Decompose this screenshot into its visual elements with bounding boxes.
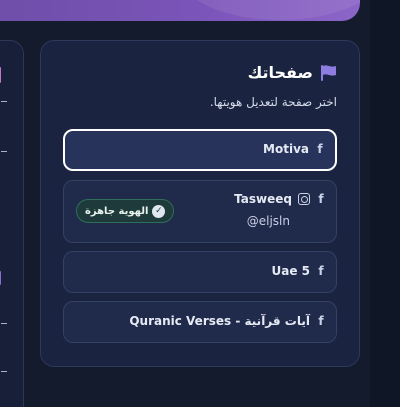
left-panel-accent <box>0 67 1 83</box>
page-item-row: f آيات قرآنية - Quranic Verses <box>129 314 326 328</box>
left-panel <box>0 40 24 407</box>
left-panel-tick <box>1 323 7 324</box>
card-subtitle: اختر صفحة لتعديل هويتها. <box>209 95 337 109</box>
right-rail <box>370 0 400 407</box>
pages-card: صفحاتك اختر صفحة لتعديل هويتها. f Motiva… <box>40 40 360 367</box>
page-name: آيات قرآنية - Quranic Verses <box>129 314 310 328</box>
left-panel-accent <box>0 271 1 285</box>
facebook-icon: f <box>318 192 324 206</box>
left-panel-tick <box>1 151 7 152</box>
page-name: Motiva <box>263 142 309 156</box>
page-item-uae5[interactable]: f Uae 5 <box>63 251 337 293</box>
left-panel-tick <box>1 101 7 102</box>
page-item-tasweeq[interactable]: f Tasweeq @eljsln ✓ الهوية جاهزة <box>63 180 337 243</box>
facebook-icon: f <box>318 314 324 328</box>
facebook-icon: f <box>317 142 323 156</box>
left-panel-tick <box>1 371 7 372</box>
page-item-row: f Uae 5 <box>271 264 326 278</box>
banner-glow <box>180 0 360 20</box>
facebook-icon: f <box>318 264 324 278</box>
badge-label: الهوية جاهزة <box>85 205 149 217</box>
check-circle-icon: ✓ <box>152 204 166 218</box>
status-badge: ✓ الهوية جاهزة <box>76 199 175 223</box>
page-item-row: f Tasweeq <box>234 192 326 206</box>
flag-icon <box>321 64 336 81</box>
card-header: صفحاتك <box>248 63 339 82</box>
card-title: صفحاتك <box>247 63 313 82</box>
page-item-quranic-verses[interactable]: f آيات قرآنية - Quranic Verses <box>63 301 337 343</box>
top-banner <box>0 0 360 21</box>
page-name: Uae 5 <box>271 264 310 278</box>
page-item-row: f Motiva <box>263 142 325 156</box>
instagram-icon <box>298 193 310 205</box>
page-handle: @eljsln <box>246 214 290 228</box>
page-item-motiva[interactable]: f Motiva <box>63 129 337 171</box>
page-name: Tasweeq <box>234 192 292 206</box>
